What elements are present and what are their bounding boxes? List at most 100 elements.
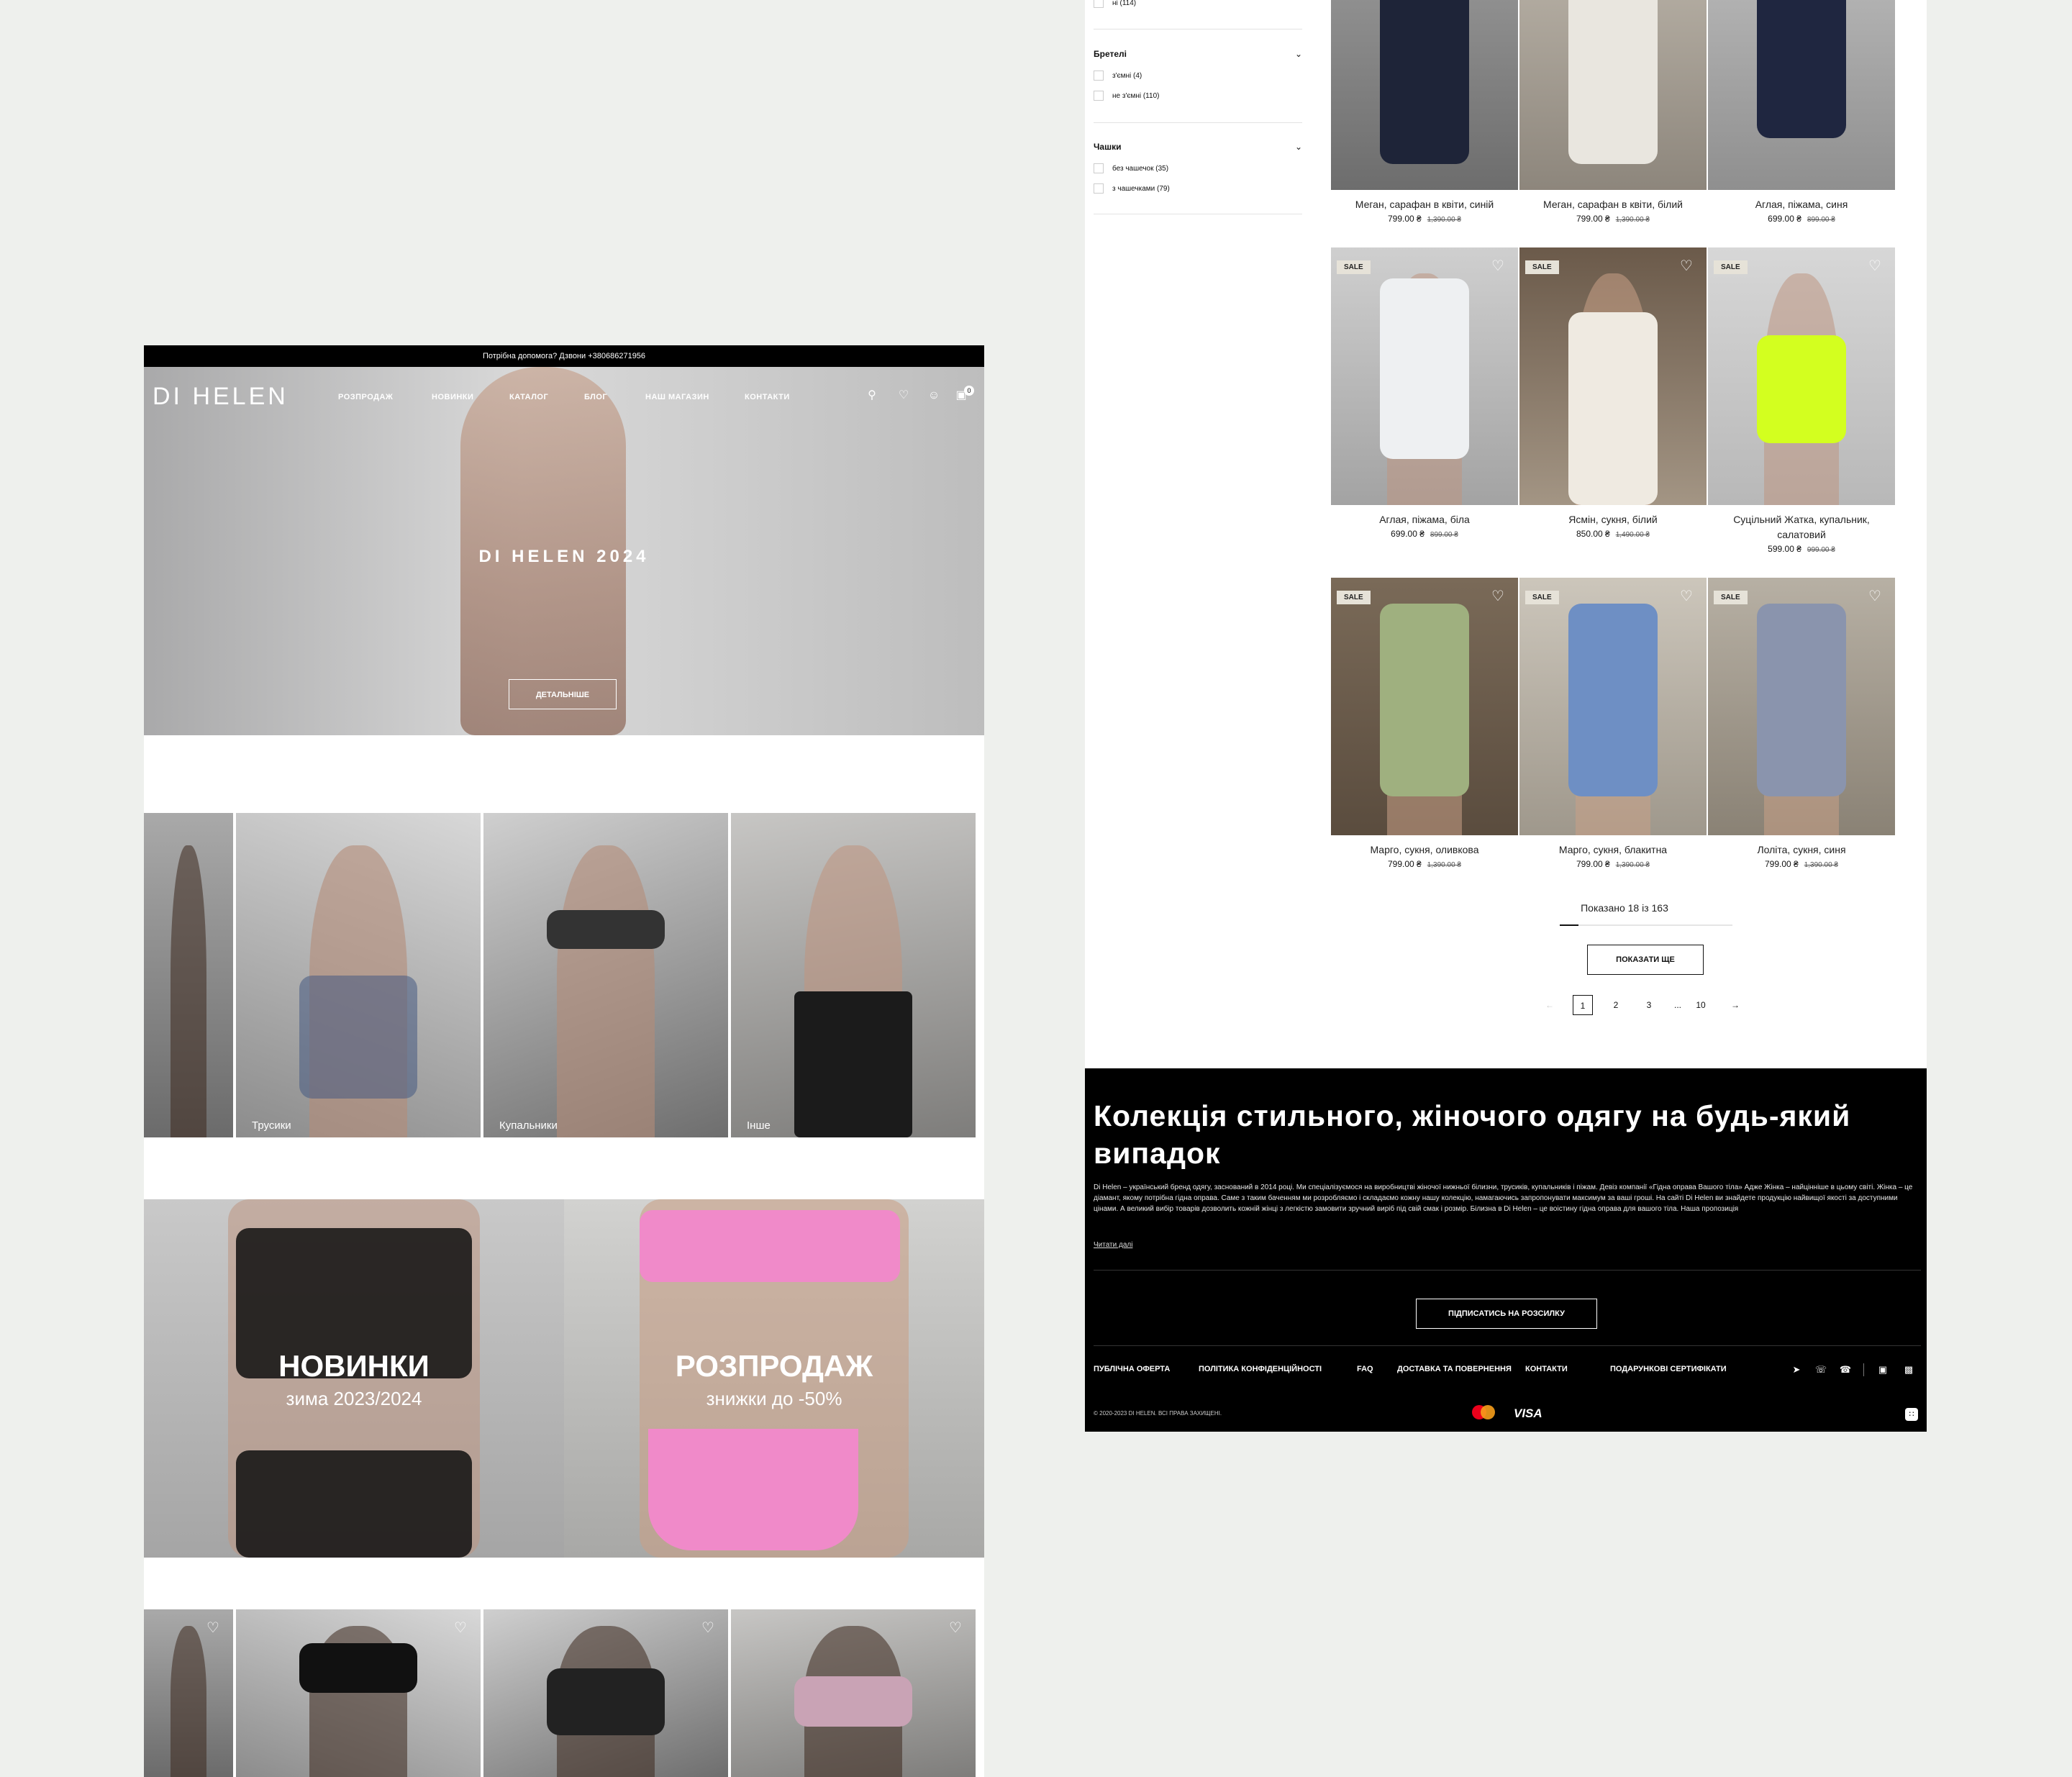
filter-option[interactable]: без чашечок (35) — [1094, 163, 1168, 173]
product-name[interactable]: Аглая, піжама, синя — [1708, 197, 1895, 212]
visa-logo: VISA — [1514, 1406, 1542, 1420]
page-link[interactable]: 3 — [1639, 995, 1659, 1015]
promo-new-arrivals[interactable]: НОВИНКИ зима 2023/2024 — [144, 1199, 564, 1558]
heart-icon[interactable]: ♡ — [452, 1619, 469, 1637]
heart-icon[interactable]: ♡ — [1489, 588, 1507, 605]
page-link[interactable]: 2 — [1606, 995, 1626, 1015]
checkbox[interactable] — [1094, 91, 1104, 101]
subscribe-button[interactable]: ПІДПИСАТИСЬ НА РОЗСИЛКУ — [1416, 1299, 1597, 1329]
product-grid: Меган, сарафан в квіти, синій 799.00 ₴ 1,… — [1322, 0, 1927, 1068]
whatsapp-icon[interactable]: ☏ — [1814, 1363, 1827, 1376]
nav-our-store[interactable]: НАШ МАГАЗИН — [645, 393, 709, 401]
heart-icon[interactable]: ♡ — [699, 1619, 717, 1637]
heart-icon[interactable]: ♡ — [1678, 588, 1695, 605]
heart-icon[interactable]: ♡ — [1489, 258, 1507, 275]
category-card-other[interactable]: Інше — [731, 813, 976, 1137]
product-name[interactable]: Суцільний Жатка, купальник, салатовий — [1708, 512, 1895, 542]
product-name[interactable]: Марго, сукня, блакитна — [1519, 842, 1707, 858]
checkbox[interactable] — [1094, 71, 1104, 81]
heart-icon[interactable]: ♡ — [947, 1619, 964, 1637]
checkbox[interactable] — [1094, 0, 1104, 8]
site-logo[interactable]: DI HELEN — [153, 383, 288, 411]
footer-link-privacy[interactable]: ПОЛІТИКА КОНФІДЕНЦІЙНОСТІ — [1199, 1365, 1322, 1373]
nav-new[interactable]: НОВИНКИ — [432, 393, 473, 401]
heart-icon[interactable]: ♡ — [1678, 258, 1695, 275]
product-card[interactable]: Меган, сарафан в квіти, білий 799.00 ₴ 1,… — [1519, 0, 1707, 224]
page-link[interactable]: 10 — [1691, 995, 1711, 1015]
product-card-partial[interactable]: ♡ — [144, 1609, 233, 1777]
product-card[interactable]: ♡ — [236, 1609, 481, 1777]
search-icon[interactable]: ⚲ — [865, 388, 879, 403]
product-image[interactable]: SALE ♡ — [1519, 578, 1707, 835]
filter-option[interactable]: з чашечками (79) — [1094, 183, 1170, 194]
footer-link-delivery[interactable]: ДОСТАВКА ТА ПОВЕРНЕННЯ — [1397, 1365, 1512, 1373]
product-card[interactable]: SALE ♡ Аглая, піжама, біла 699.00 ₴ 899.00… — [1331, 247, 1518, 539]
product-card[interactable]: SALE ♡ Суцільний Жатка, купальник, салато… — [1708, 247, 1895, 554]
product-name[interactable]: Меган, сарафан в квіти, білий — [1519, 197, 1707, 212]
telegram-icon[interactable]: ➤ — [1790, 1363, 1803, 1376]
wishlist-heart-icon[interactable]: ♡ — [896, 388, 911, 403]
footer-link-offer[interactable]: ПУБЛІЧНА ОФЕРТА — [1094, 1365, 1170, 1373]
chevron-down-icon[interactable]: ⌄ — [1295, 142, 1302, 152]
nav-contacts[interactable]: КОНТАКТИ — [745, 393, 790, 401]
product-name[interactable]: Лоліта, сукня, синя — [1708, 842, 1895, 858]
filter-option[interactable]: не з'ємні (110) — [1094, 91, 1159, 101]
footer-link-faq[interactable]: FAQ — [1357, 1365, 1373, 1373]
footer-link-contacts[interactable]: КОНТАКТИ — [1525, 1365, 1568, 1373]
product-image[interactable]: SALE ♡ — [1708, 247, 1895, 505]
widget-grid-icon[interactable]: ∷ — [1905, 1408, 1918, 1421]
footer-link-gift-certificates[interactable]: ПОДАРУНКОВІ СЕРТИФІКАТИ — [1610, 1365, 1727, 1373]
product-name[interactable]: Ясмін, сукня, білий — [1519, 512, 1707, 527]
page-link[interactable]: 1 — [1573, 995, 1593, 1015]
filter-option[interactable]: з'ємні (4) — [1094, 71, 1142, 81]
product-card[interactable]: Меган, сарафан в квіти, синій 799.00 ₴ 1,… — [1331, 0, 1518, 224]
product-name[interactable]: Марго, сукня, оливкова — [1331, 842, 1518, 858]
heart-icon[interactable]: ♡ — [1866, 588, 1884, 605]
read-more-link[interactable]: Читати далі — [1094, 1241, 1132, 1249]
nav-sale[interactable]: РОЗПРОДАЖ — [338, 393, 393, 401]
product-image[interactable]: SALE ♡ — [1331, 247, 1518, 505]
divider — [1094, 1345, 1921, 1346]
product-card[interactable]: SALE ♡ Лоліта, сукня, синя 799.00 ₴ 1,390.… — [1708, 578, 1895, 869]
filter-group-straps[interactable]: Бретелі ⌄ — [1094, 49, 1302, 59]
product-name[interactable]: Аглая, піжама, біла — [1331, 512, 1518, 527]
product-image[interactable]: SALE ♡ — [1331, 578, 1518, 835]
viber-icon[interactable]: ☎ — [1839, 1363, 1852, 1376]
hero-details-button[interactable]: ДЕТАЛЬНІШЕ — [509, 679, 617, 709]
heart-icon[interactable]: ♡ — [204, 1619, 222, 1637]
filter-group-cups[interactable]: Чашки ⌄ — [1094, 142, 1302, 152]
filter-option[interactable]: ні (114) — [1094, 0, 1136, 8]
product-card[interactable]: SALE ♡ Марго, сукня, оливкова 799.00 ₴ 1,3… — [1331, 578, 1518, 869]
product-image[interactable] — [1331, 0, 1518, 190]
product-image[interactable]: SALE ♡ — [1519, 247, 1707, 505]
product-image[interactable]: SALE ♡ — [1708, 578, 1895, 835]
chevron-down-icon[interactable]: ⌄ — [1295, 49, 1302, 59]
product-card[interactable]: ♡ — [731, 1609, 976, 1777]
product-card[interactable]: ♡ — [483, 1609, 728, 1777]
product-card[interactable]: SALE ♡ Ясмін, сукня, білий 850.00 ₴ 1,490.… — [1519, 247, 1707, 539]
prev-page-arrow-icon[interactable]: ← — [1540, 995, 1560, 1015]
heart-icon[interactable]: ♡ — [1866, 258, 1884, 275]
nav-blog[interactable]: БЛОГ — [584, 393, 607, 401]
category-card-partial[interactable] — [144, 813, 233, 1137]
footer: Колекція стильного, жіночого одягу на бу… — [1085, 1068, 1927, 1432]
facebook-icon[interactable]: ▩ — [1902, 1363, 1915, 1376]
show-more-button[interactable]: ПОКАЗАТИ ЩЕ — [1587, 945, 1704, 975]
nav-catalog[interactable]: КАТАЛОГ — [509, 393, 548, 401]
promo-sale[interactable]: РОЗПРОДАЖ знижки до -50% — [564, 1199, 984, 1558]
product-image[interactable] — [1708, 0, 1895, 190]
category-card-swimwear[interactable]: Купальники — [483, 813, 728, 1137]
checkbox[interactable] — [1094, 183, 1104, 194]
progress-track — [1560, 924, 1732, 926]
product-name[interactable]: Меган, сарафан в квіти, синій — [1331, 197, 1518, 212]
instagram-icon[interactable]: ▣ — [1876, 1363, 1889, 1376]
account-user-icon[interactable]: ☺ — [927, 388, 941, 403]
checkbox[interactable] — [1094, 163, 1104, 173]
product-card[interactable]: SALE ♡ Марго, сукня, блакитна 799.00 ₴ 1,3… — [1519, 578, 1707, 869]
next-page-arrow-icon[interactable]: → — [1725, 995, 1745, 1015]
category-card-panties[interactable]: Трусики — [236, 813, 481, 1137]
product-card[interactable]: Аглая, піжама, синя 699.00 ₴ 899.00 ₴ — [1708, 0, 1895, 224]
product-image[interactable] — [1519, 0, 1707, 190]
sale-badge: SALE — [1337, 591, 1371, 604]
category-label: Купальники — [499, 1119, 558, 1132]
